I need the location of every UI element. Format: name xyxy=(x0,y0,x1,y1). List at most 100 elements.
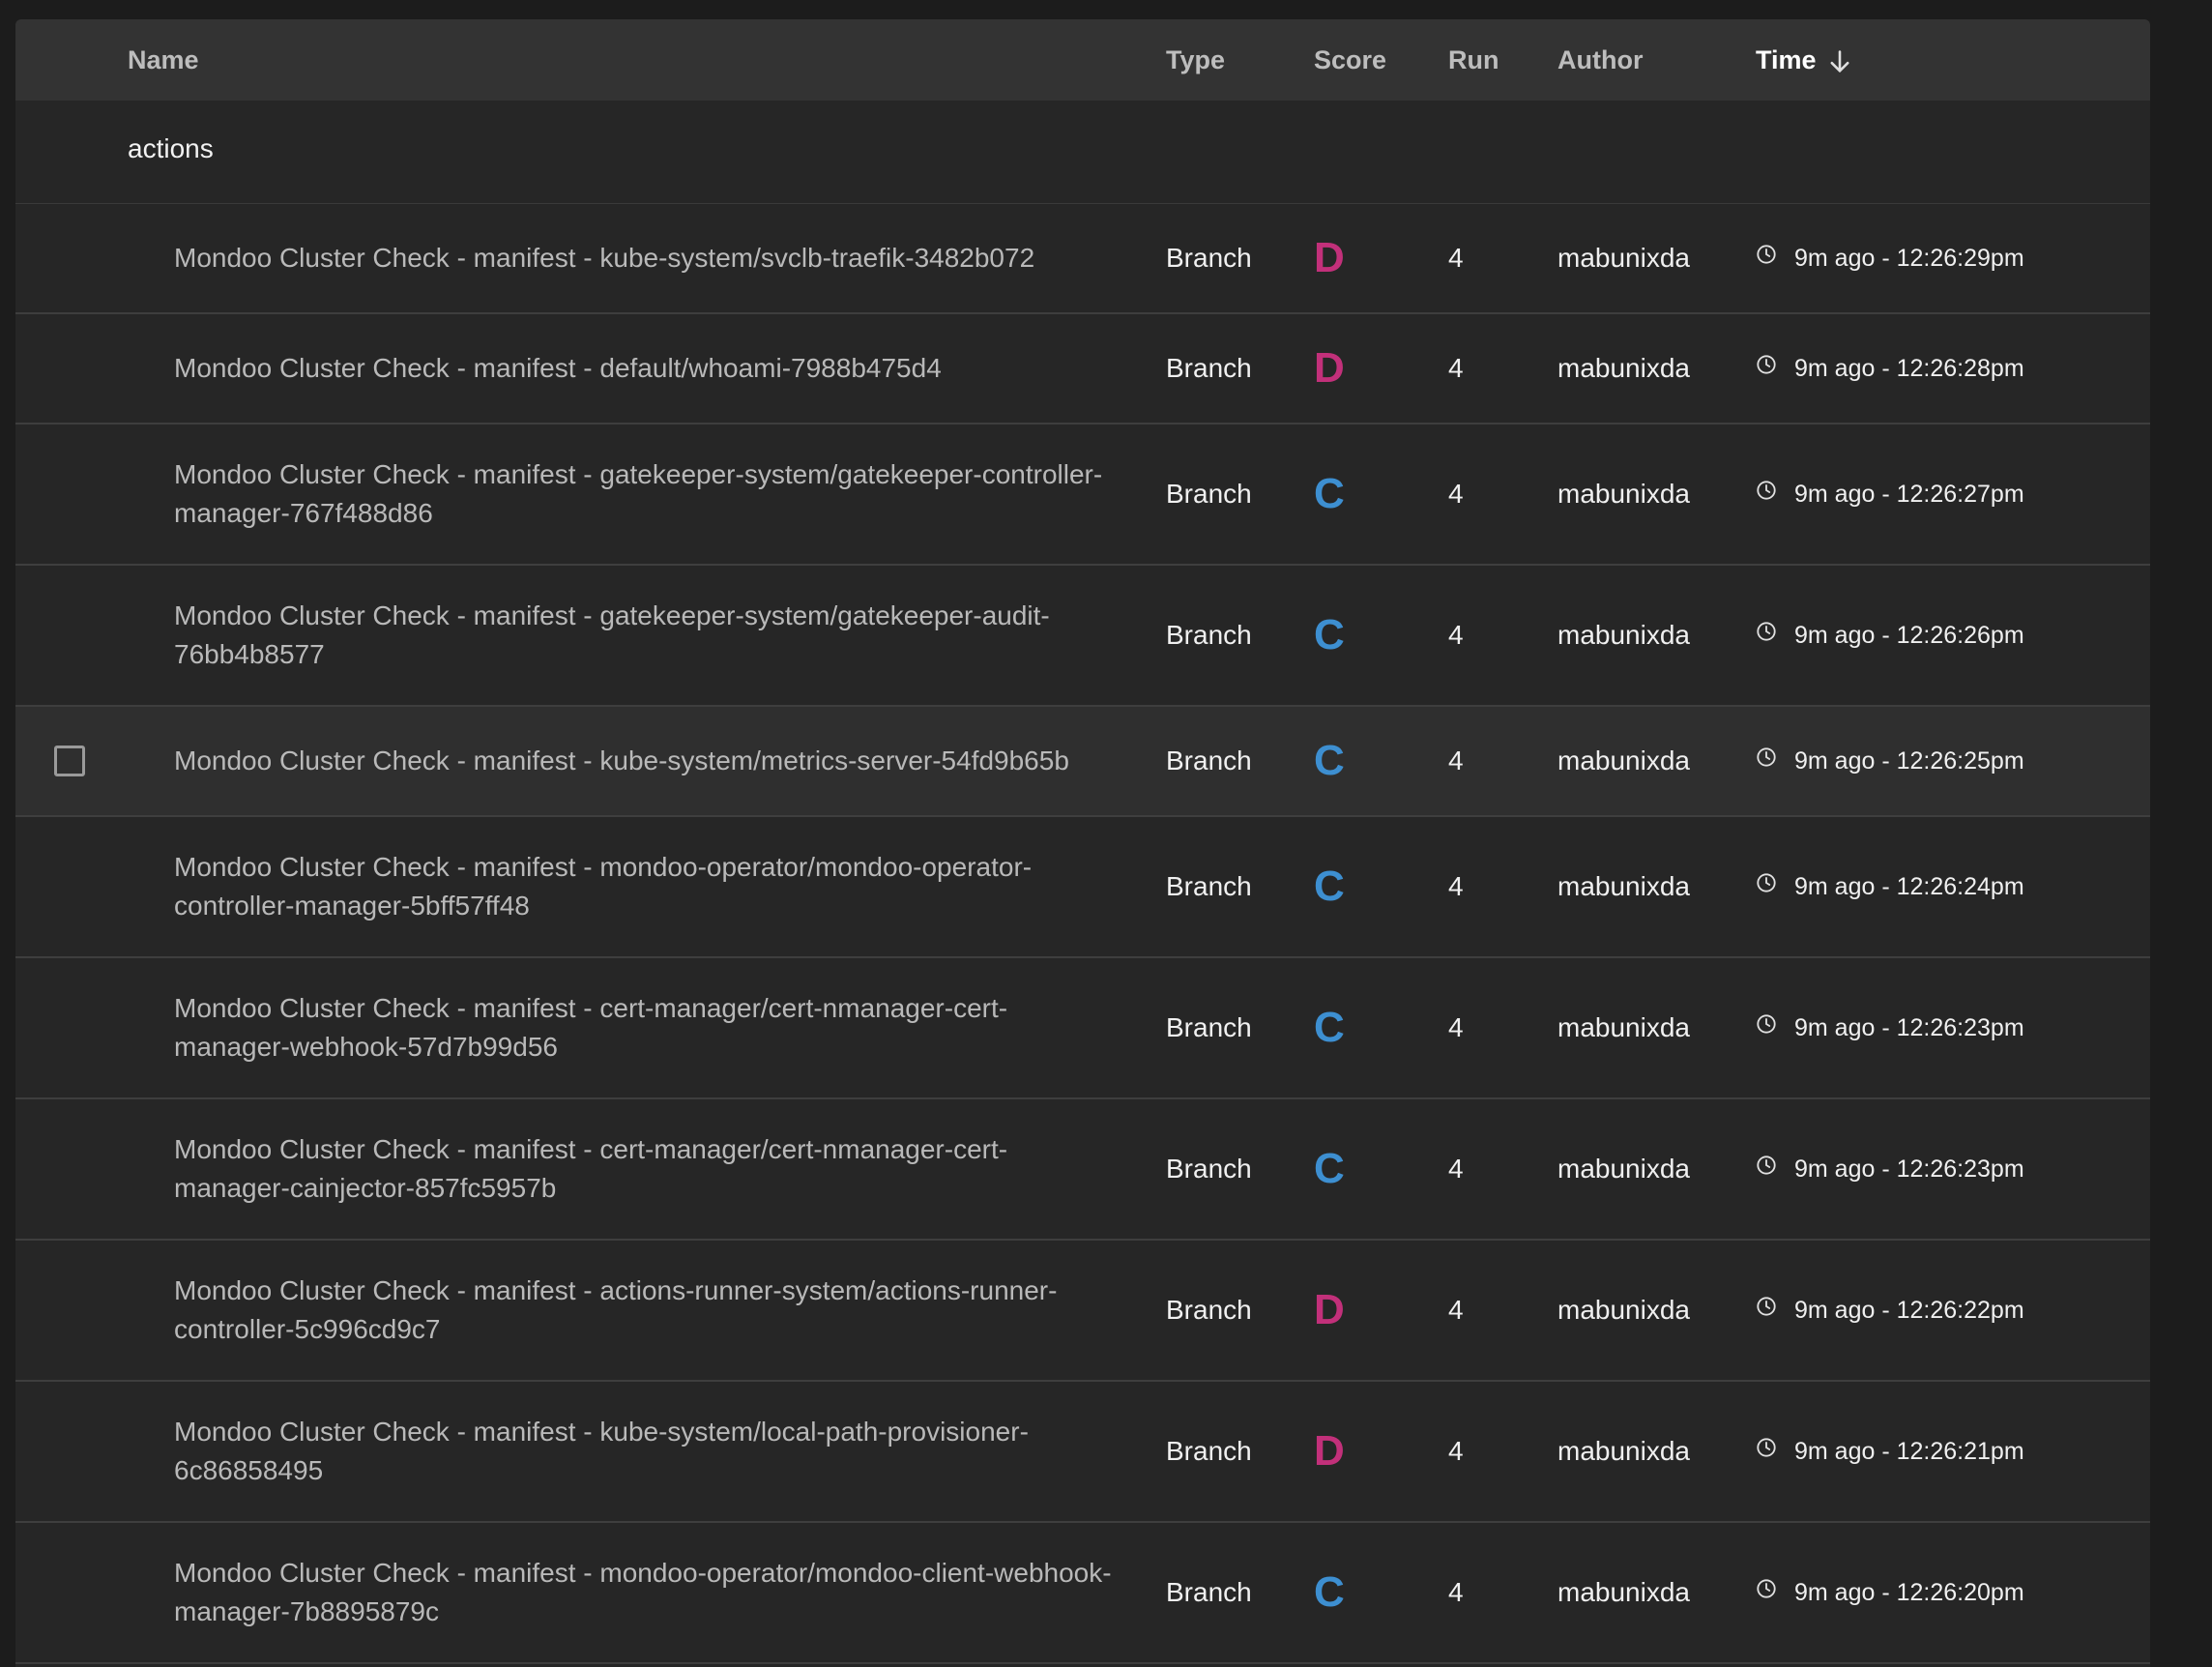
clock-icon xyxy=(1757,1438,1776,1457)
score-grade: C xyxy=(1314,1145,1345,1192)
run-time-label: 9m ago - 12:26:22pm xyxy=(1794,1296,2024,1324)
run-name[interactable]: Mondoo Cluster Check - manifest - defaul… xyxy=(174,314,1121,423)
run-time-label: 9m ago - 12:26:29pm xyxy=(1794,244,2024,272)
run-type: Branch xyxy=(1166,1436,1252,1466)
clock-icon xyxy=(1757,481,1776,500)
run-name[interactable]: Mondoo Cluster Check - manifest - gateke… xyxy=(174,566,1121,705)
run-name[interactable]: Mondoo Cluster Check - manifest - cert-m… xyxy=(174,1099,1121,1239)
run-time-label: 9m ago - 12:26:20pm xyxy=(1794,1578,2024,1606)
run-number: 4 xyxy=(1448,353,1464,383)
run-time: 9m ago - 12:26:29pm xyxy=(1756,204,2024,312)
column-header-time[interactable]: Time xyxy=(1756,19,1853,101)
table-row[interactable]: Mondoo Cluster Check - manifest - kube-s… xyxy=(15,204,2150,314)
run-time-label: 9m ago - 12:26:23pm xyxy=(1794,1155,2024,1183)
table-header: Name Type Score Run Author Time xyxy=(15,19,2150,101)
column-header-score[interactable]: Score xyxy=(1314,19,1386,101)
run-number: 4 xyxy=(1448,620,1464,650)
run-time-label: 9m ago - 12:26:21pm xyxy=(1794,1437,2024,1465)
table-row[interactable]: Mondoo Cluster Check - manifest - mondoo… xyxy=(15,1523,2150,1664)
clock-icon xyxy=(1757,1014,1776,1034)
run-author: mabunixda xyxy=(1557,353,1690,383)
clock-icon xyxy=(1757,1297,1776,1316)
score-grade: D xyxy=(1314,1286,1345,1333)
column-header-type[interactable]: Type xyxy=(1166,19,1225,101)
run-number: 4 xyxy=(1448,243,1464,273)
score-grade: C xyxy=(1314,1568,1345,1616)
score-grade: C xyxy=(1314,1004,1345,1051)
run-time: 9m ago - 12:26:22pm xyxy=(1756,1241,2024,1380)
run-name[interactable]: Mondoo Cluster Check - manifest - action… xyxy=(174,1241,1121,1380)
run-type: Branch xyxy=(1166,746,1252,775)
group-row-actions[interactable]: actions xyxy=(15,101,2150,204)
run-time: 9m ago - 12:26:27pm xyxy=(1756,424,2024,564)
table-row[interactable]: Mondoo Cluster Check - manifest - mondoo… xyxy=(15,817,2150,958)
run-number: 4 xyxy=(1448,479,1464,509)
column-header-name[interactable]: Name xyxy=(128,19,199,101)
score-grade: C xyxy=(1314,470,1345,517)
run-number: 4 xyxy=(1448,1436,1464,1466)
column-header-run[interactable]: Run xyxy=(1448,19,1499,101)
run-author: mabunixda xyxy=(1557,243,1690,273)
table-body: Mondoo Cluster Check - manifest - kube-s… xyxy=(15,204,2150,1664)
run-time: 9m ago - 12:26:23pm xyxy=(1756,958,2024,1097)
run-author: mabunixda xyxy=(1557,871,1690,901)
row-select-checkbox[interactable] xyxy=(54,746,85,776)
run-number: 4 xyxy=(1448,871,1464,901)
column-header-time-label: Time xyxy=(1756,45,1817,74)
run-author: mabunixda xyxy=(1557,1154,1690,1184)
runs-table: Name Type Score Run Author Time actions … xyxy=(15,19,2150,1667)
table-row[interactable]: Mondoo Cluster Check - manifest - defaul… xyxy=(15,314,2150,424)
table-row[interactable]: Mondoo Cluster Check - manifest - gateke… xyxy=(15,424,2150,566)
score-grade: C xyxy=(1314,737,1345,784)
clock-icon xyxy=(1757,1579,1776,1598)
run-time-label: 9m ago - 12:26:26pm xyxy=(1794,621,2024,649)
run-time-label: 9m ago - 12:26:25pm xyxy=(1794,746,2024,775)
run-time-label: 9m ago - 12:26:27pm xyxy=(1794,480,2024,508)
arrow-down-icon xyxy=(1830,50,1848,73)
run-time: 9m ago - 12:26:25pm xyxy=(1756,707,2024,815)
run-type: Branch xyxy=(1166,871,1252,901)
run-time-label: 9m ago - 12:26:24pm xyxy=(1794,872,2024,900)
run-name[interactable]: Mondoo Cluster Check - manifest - cert-m… xyxy=(174,958,1121,1097)
run-time: 9m ago - 12:26:21pm xyxy=(1756,1382,2024,1521)
run-author: mabunixda xyxy=(1557,746,1690,775)
run-name[interactable]: Mondoo Cluster Check - manifest - gateke… xyxy=(174,424,1121,564)
run-name[interactable]: Mondoo Cluster Check - manifest - kube-s… xyxy=(174,707,1121,815)
run-time: 9m ago - 12:26:28pm xyxy=(1756,314,2024,423)
score-grade: D xyxy=(1314,234,1345,281)
run-time-label: 9m ago - 12:26:28pm xyxy=(1794,354,2024,382)
run-author: mabunixda xyxy=(1557,479,1690,509)
score-grade: C xyxy=(1314,863,1345,910)
clock-icon xyxy=(1757,355,1776,374)
table-row[interactable]: Mondoo Cluster Check - manifest - kube-s… xyxy=(15,707,2150,817)
run-author: mabunixda xyxy=(1557,1577,1690,1607)
table-row[interactable]: Mondoo Cluster Check - manifest - action… xyxy=(15,1241,2150,1382)
score-grade: D xyxy=(1314,344,1345,392)
run-name[interactable]: Mondoo Cluster Check - manifest - kube-s… xyxy=(174,204,1121,312)
run-name[interactable]: Mondoo Cluster Check - manifest - mondoo… xyxy=(174,1523,1121,1662)
run-name[interactable]: Mondoo Cluster Check - manifest - mondoo… xyxy=(174,817,1121,956)
run-author: mabunixda xyxy=(1557,1295,1690,1325)
column-header-author[interactable]: Author xyxy=(1557,19,1643,101)
clock-icon xyxy=(1757,245,1776,264)
run-number: 4 xyxy=(1448,1577,1464,1607)
run-author: mabunixda xyxy=(1557,1012,1690,1042)
run-type: Branch xyxy=(1166,1295,1252,1325)
clock-icon xyxy=(1757,622,1776,641)
table-row[interactable]: Mondoo Cluster Check - manifest - cert-m… xyxy=(15,958,2150,1099)
table-row[interactable]: Mondoo Cluster Check - manifest - gateke… xyxy=(15,566,2150,707)
score-grade: D xyxy=(1314,1427,1345,1475)
run-number: 4 xyxy=(1448,1012,1464,1042)
run-time: 9m ago - 12:26:23pm xyxy=(1756,1099,2024,1239)
run-author: mabunixda xyxy=(1557,1436,1690,1466)
run-author: mabunixda xyxy=(1557,620,1690,650)
run-time: 9m ago - 12:26:24pm xyxy=(1756,817,2024,956)
run-type: Branch xyxy=(1166,1577,1252,1607)
run-type: Branch xyxy=(1166,620,1252,650)
table-row[interactable]: Mondoo Cluster Check - manifest - cert-m… xyxy=(15,1099,2150,1241)
table-row[interactable]: Mondoo Cluster Check - manifest - kube-s… xyxy=(15,1382,2150,1523)
run-type: Branch xyxy=(1166,1012,1252,1042)
run-time: 9m ago - 12:26:26pm xyxy=(1756,566,2024,705)
run-name[interactable]: Mondoo Cluster Check - manifest - kube-s… xyxy=(174,1382,1121,1521)
run-time: 9m ago - 12:26:20pm xyxy=(1756,1523,2024,1662)
